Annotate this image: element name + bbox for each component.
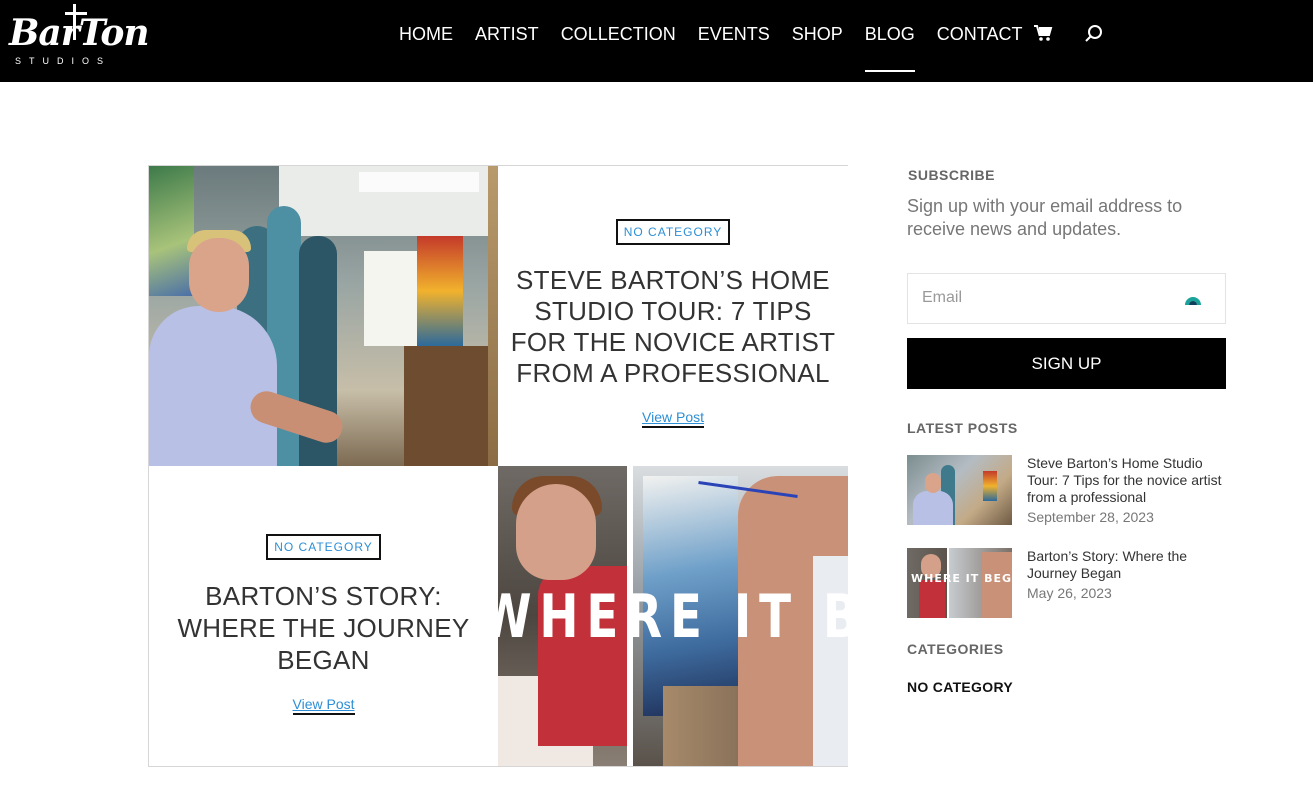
post-1-category-badge[interactable]: NO CATEGORY	[615, 219, 731, 245]
post-2-category-badge[interactable]: NO CATEGORY	[266, 534, 381, 560]
post-1-image[interactable]	[149, 166, 498, 466]
site-header: BarTon STUDIOS HOME ARTIST COLLECTION EV…	[0, 0, 1313, 82]
thumb-overlay-text: WHERE IT BEGAN	[911, 572, 1012, 585]
nav-artist[interactable]: ARTIST	[475, 24, 539, 45]
nav-home[interactable]: HOME	[399, 24, 453, 45]
thumb-canvas	[983, 471, 997, 501]
post-2-image[interactable]: WHERE IT BEGAN	[498, 466, 848, 766]
latest-post-thumbnail[interactable]	[907, 455, 1012, 525]
latest-post-date: September 28, 2023	[1027, 509, 1154, 525]
photo-frame-edge	[488, 166, 498, 466]
latest-post-thumbnail[interactable]: WHERE IT BEGAN	[907, 548, 1012, 618]
nav-contact[interactable]: CONTACT	[937, 24, 1023, 45]
blog-post-grid: NO CATEGORY STEVE BARTON’S HOME STUDIO T…	[148, 165, 848, 767]
post-2-card: NO CATEGORY BARTON’S STORY: WHERE THE JO…	[149, 466, 498, 766]
latest-posts-heading: LATEST POSTS	[907, 420, 1018, 436]
where-it-began-photo: WHERE IT BEGAN	[498, 466, 848, 766]
thumb-face	[925, 473, 941, 493]
post-2-text: NO CATEGORY BARTON’S STORY: WHERE THE JO…	[149, 534, 498, 715]
post-1-text: NO CATEGORY STEVE BARTON’S HOME STUDIO T…	[498, 219, 848, 428]
photo-artist-shirt	[149, 306, 277, 466]
logo-cross-bar	[65, 12, 87, 15]
photo-boy-face	[516, 484, 596, 580]
post-1-view-link[interactable]: View Post	[642, 409, 704, 428]
categories-heading: CATEGORIES	[907, 641, 1004, 657]
logo-cross-mark	[73, 4, 76, 40]
subscribe-heading: SUBSCRIBE	[908, 167, 995, 183]
category-link-no-category[interactable]: NO CATEGORY	[907, 679, 1013, 695]
latest-post-title[interactable]: Steve Barton’s Home Studio Tour: 7 Tips …	[1027, 455, 1227, 506]
post-1-card: NO CATEGORY STEVE BARTON’S HOME STUDIO T…	[498, 166, 848, 466]
nav-events[interactable]: EVENTS	[698, 24, 770, 45]
logo-subtext: STUDIOS	[15, 56, 112, 66]
sign-up-button[interactable]: SIGN UP	[907, 338, 1226, 389]
email-input[interactable]	[922, 289, 1172, 307]
studio-photo	[149, 166, 498, 466]
photo-wall-painting	[149, 166, 194, 296]
photo-artist-face	[189, 238, 249, 312]
photo-easel	[404, 346, 494, 466]
latest-post-item[interactable]: Steve Barton’s Home Studio Tour: 7 Tips …	[907, 455, 1227, 525]
cart-icon[interactable]	[1033, 24, 1053, 42]
photo-skylight	[359, 172, 479, 192]
nav-collection[interactable]: COLLECTION	[561, 24, 676, 45]
search-icon[interactable]	[1084, 24, 1104, 44]
thumb-red-shirt	[919, 580, 945, 618]
post-2-title[interactable]: BARTON’S STORY: WHERE THE JOURNEY BEGAN	[171, 580, 476, 676]
logo-wordmark: BarTon	[9, 12, 150, 54]
nav-blog[interactable]: BLOG	[864, 24, 915, 72]
subscribe-description: Sign up with your email address to recei…	[907, 196, 1183, 239]
image-overlay-title: WHERE IT BEGAN	[498, 582, 848, 652]
photo-canvas	[417, 236, 463, 346]
email-field[interactable]	[907, 273, 1226, 324]
thumb-shirt	[913, 491, 953, 525]
post-2-view-link[interactable]: View Post	[292, 696, 355, 715]
post-1-title[interactable]: STEVE BARTON’S HOME STUDIO TOUR: 7 TIPS …	[510, 265, 836, 389]
barton-studios-logo[interactable]: BarTon STUDIOS	[9, 4, 150, 68]
latest-post-date: May 26, 2023	[1027, 585, 1112, 601]
main-nav: HOME ARTIST COLLECTION EVENTS SHOP BLOG …	[399, 22, 1044, 72]
password-manager-icon[interactable]	[1183, 289, 1203, 307]
thumb-arm	[982, 552, 1012, 618]
latest-post-title[interactable]: Barton’s Story: Where the Journey Began	[1027, 548, 1227, 582]
latest-post-item[interactable]: WHERE IT BEGAN Barton’s Story: Where the…	[907, 548, 1227, 618]
nav-shop[interactable]: SHOP	[792, 24, 843, 45]
